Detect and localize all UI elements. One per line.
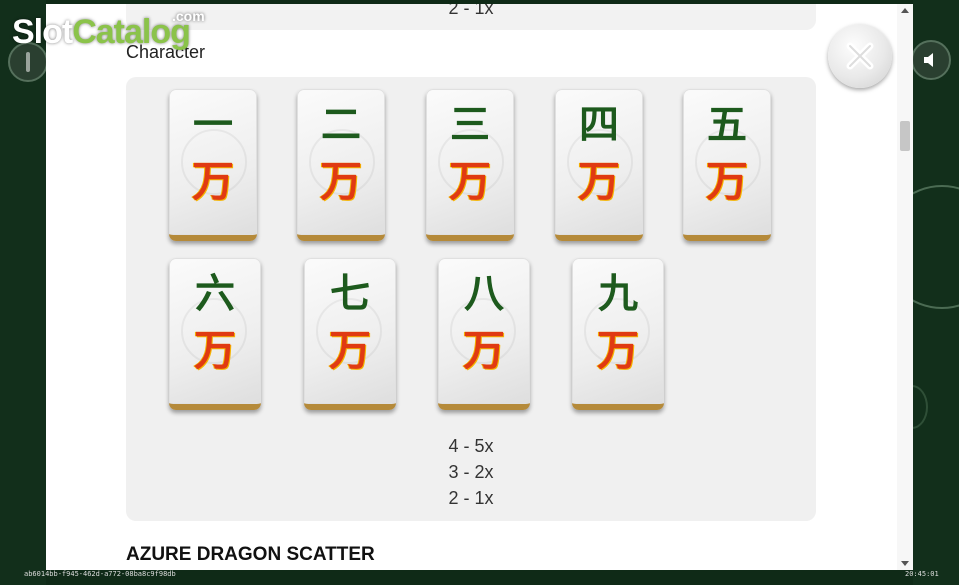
mahjong-tile-5: 五 万 bbox=[683, 89, 771, 241]
tile-numeral: 七 bbox=[330, 271, 370, 317]
paytable-panel: 2 - 1x Character 一 万 二 万 三 万 四 万 五 万 六 万… bbox=[46, 4, 913, 570]
tile-suit: 万 bbox=[319, 157, 362, 206]
session-id: ab6014bb-f945-462d-a772-08ba8c9f98db bbox=[24, 570, 176, 578]
mahjong-tile-8: 八 万 bbox=[438, 258, 530, 410]
game-background-left bbox=[0, 0, 46, 585]
scrollbar[interactable] bbox=[897, 4, 913, 570]
slotcatalog-logo: SlotCatalog bbox=[12, 13, 191, 51]
close-button[interactable] bbox=[828, 24, 892, 88]
pay-line: 2 - 1x bbox=[448, 4, 494, 18]
tile-suit: 万 bbox=[705, 157, 748, 206]
tile-suit: 万 bbox=[328, 326, 371, 375]
tile-numeral: 二 bbox=[321, 102, 361, 148]
mahjong-tile-9: 九 万 bbox=[572, 258, 664, 410]
sound-button[interactable] bbox=[911, 40, 951, 80]
tile-suit: 万 bbox=[577, 157, 620, 206]
tile-numeral: 三 bbox=[450, 102, 490, 148]
tile-suit: 万 bbox=[462, 326, 505, 375]
tile-numeral: 四 bbox=[579, 102, 619, 148]
close-icon bbox=[846, 42, 874, 70]
tile-numeral: 八 bbox=[464, 271, 504, 317]
payout-line: 3 - 2x bbox=[448, 462, 494, 482]
payout-list: 4 - 5x 3 - 2x 2 - 1x bbox=[126, 433, 816, 511]
mahjong-tile-6: 六 万 bbox=[169, 258, 261, 410]
clock-time: 20:45:01 bbox=[905, 570, 939, 578]
speaker-icon bbox=[924, 53, 933, 67]
tile-suit: 万 bbox=[448, 157, 491, 206]
tile-suit: 万 bbox=[193, 326, 236, 375]
tile-suit: 万 bbox=[191, 157, 234, 206]
mahjong-tile-1: 一 万 bbox=[169, 89, 257, 241]
mahjong-tile-3: 三 万 bbox=[426, 89, 514, 241]
logo-suffix: .com bbox=[172, 8, 205, 24]
mahjong-tile-2: 二 万 bbox=[297, 89, 385, 241]
tile-suit: 万 bbox=[596, 326, 639, 375]
mahjong-tile-4: 四 万 bbox=[555, 89, 643, 241]
payout-line: 2 - 1x bbox=[448, 488, 494, 508]
section-title-azure-dragon-scatter: AZURE DRAGON SCATTER bbox=[126, 544, 375, 565]
character-symbol-card: 一 万 二 万 三 万 四 万 五 万 六 万 七 万 八 万 九 万 4 - … bbox=[126, 77, 816, 521]
tile-numeral: 九 bbox=[598, 271, 638, 317]
tile-numeral: 六 bbox=[195, 271, 235, 317]
payout-line: 4 - 5x bbox=[448, 436, 494, 456]
scroll-thumb[interactable] bbox=[900, 121, 910, 151]
tile-numeral: 五 bbox=[707, 102, 747, 148]
mahjong-tile-7: 七 万 bbox=[304, 258, 396, 410]
tile-numeral: 一 bbox=[193, 102, 233, 148]
scroll-up-arrow-icon[interactable] bbox=[901, 8, 909, 13]
scroll-down-arrow-icon[interactable] bbox=[901, 561, 909, 566]
previous-symbol-card: 2 - 1x bbox=[126, 4, 816, 30]
